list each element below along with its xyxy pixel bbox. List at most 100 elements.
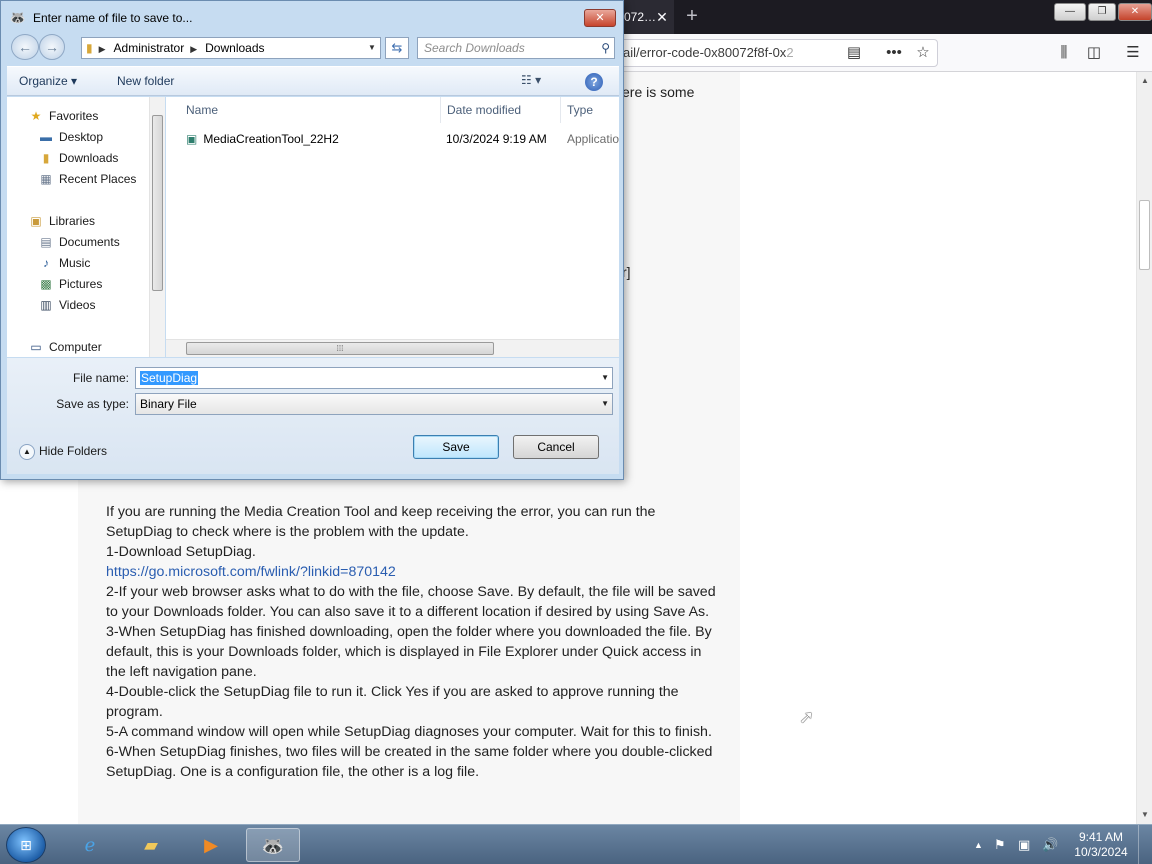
file-list: Name Date modified Type ▣ MediaCreationTo…: [166, 97, 619, 357]
more-icon[interactable]: •••: [884, 44, 904, 62]
cancel-button[interactable]: Cancel: [513, 435, 599, 459]
dialog-close-button[interactable]: ✕: [584, 9, 616, 27]
new-tab-button[interactable]: +: [680, 4, 704, 30]
page-scroll-thumb[interactable]: [1139, 200, 1150, 270]
forward-arrow-icon[interactable]: →: [39, 34, 65, 60]
menu-icon[interactable]: ☰: [1123, 44, 1143, 62]
internet-explorer-icon[interactable]: ℯ: [63, 828, 117, 862]
chevron-down-icon[interactable]: ▼: [601, 368, 609, 388]
nav-item-downloads[interactable]: ▮ Downloads: [37, 149, 119, 167]
nav-item-libraries[interactable]: ▣ Libraries: [27, 212, 95, 230]
nav-item-desktop[interactable]: ▬ Desktop: [37, 128, 103, 146]
nav-item-label: Documents: [59, 235, 120, 249]
refresh-icon[interactable]: ⇆: [385, 37, 409, 59]
reader-view-icon[interactable]: ▤: [844, 44, 864, 62]
help-icon[interactable]: ?: [585, 73, 603, 91]
nav-item-music[interactable]: ♪ Music: [37, 254, 90, 272]
nav-item-computer[interactable]: ▭ Computer: [27, 338, 102, 356]
action-center-flag-icon[interactable]: ⚑: [994, 837, 1006, 853]
nav-item-label: Music: [59, 256, 91, 270]
chevron-right-icon: ▶: [190, 44, 198, 54]
nav-item-label: Desktop: [59, 130, 104, 144]
new-folder-button[interactable]: New folder: [117, 74, 174, 88]
file-name: MediaCreationTool_22H2: [203, 132, 339, 146]
show-hidden-icons-icon[interactable]: ▲: [974, 840, 983, 850]
dialog-title: Enter name of file to save to...: [33, 11, 193, 25]
firefox-taskbar-icon[interactable]: 🦝: [246, 828, 300, 862]
back-arrow-icon[interactable]: ←: [11, 34, 39, 60]
column-header-date[interactable]: Date modified: [447, 101, 521, 119]
save-as-type-value: Binary File: [140, 397, 197, 411]
music-icon: ♪: [43, 256, 49, 270]
hide-folders-button[interactable]: ▲ Hide Folders: [19, 442, 107, 460]
navigation-pane: ★ Favorites ▬ Desktop ▮ Downloads ▦ Recent P…: [7, 97, 165, 357]
videos-icon: ▥: [40, 298, 52, 312]
clock[interactable]: 9:41 AM 10/3/2024: [1068, 830, 1134, 860]
nav-item-pictures[interactable]: ▩ Pictures: [37, 275, 102, 293]
article-paragraph: 2-If your web browser asks what to do wi…: [106, 584, 716, 620]
mouse-cursor-icon: ➚: [799, 707, 815, 727]
column-header-type[interactable]: Type: [567, 101, 593, 119]
save-as-type-select[interactable]: Binary File ▼: [135, 393, 613, 415]
file-explorer-icon[interactable]: ▰: [124, 828, 178, 862]
address-bar[interactable]: ▮ ▶ Administrator ▶ Downloads ▼: [81, 37, 381, 59]
minimize-button[interactable]: —: [1054, 3, 1086, 21]
nav-item-favorites[interactable]: ★ Favorites: [27, 107, 99, 125]
save-as-type-label: Save as type:: [56, 397, 129, 411]
clock-date: 10/3/2024: [1074, 845, 1128, 859]
scroll-up-icon[interactable]: ▲: [1137, 74, 1152, 88]
page-scrollbar[interactable]: ▲ ▼: [1136, 72, 1152, 824]
network-icon[interactable]: ▣: [1018, 837, 1030, 853]
nav-item-label: Videos: [59, 298, 96, 312]
close-tab-icon[interactable]: ✕: [650, 0, 674, 34]
maximize-button[interactable]: ❐: [1088, 3, 1116, 21]
column-divider[interactable]: [440, 97, 441, 123]
file-type: Applicatio: [567, 132, 620, 146]
column-divider[interactable]: [560, 97, 561, 123]
organize-button[interactable]: Organize ▾: [19, 74, 77, 88]
file-list-hscrollbar[interactable]: ⁞⁞⁞: [166, 339, 619, 357]
scroll-down-icon[interactable]: ▼: [1137, 808, 1152, 822]
downloads-folder-icon: ▮: [42, 151, 50, 165]
nav-item-label: Computer: [49, 340, 102, 354]
setupdiag-link[interactable]: https://go.microsoft.com/fwlink/?linkid=…: [106, 562, 716, 582]
chevron-right-icon: ▶: [98, 44, 106, 54]
search-input[interactable]: Search Downloads ⚲: [417, 37, 615, 59]
nav-item-videos[interactable]: ▥ Videos: [37, 296, 95, 314]
library-icon[interactable]: ⫼: [1054, 44, 1074, 62]
file-row[interactable]: ▣ MediaCreationTool_22H2 10/3/2024 9:19 A…: [186, 129, 626, 149]
media-player-icon[interactable]: ▶: [184, 828, 238, 862]
nav-item-label: Libraries: [49, 214, 96, 228]
bookmark-star-icon[interactable]: ☆: [913, 44, 933, 62]
recent-places-icon: ▦: [40, 172, 52, 186]
url-text: ail/error-code-0x80072f8f-0x: [623, 45, 787, 60]
article-body: If you are running the Media Creation To…: [106, 502, 716, 782]
article-paragraph: 1-Download SetupDiag.: [106, 544, 256, 560]
volume-icon[interactable]: 🔊: [1042, 837, 1058, 853]
breadcrumb-item[interactable]: Downloads: [205, 41, 264, 55]
search-placeholder: Search Downloads: [424, 41, 525, 55]
nav-scroll-thumb[interactable]: [152, 115, 163, 291]
article-paragraph: 5-A command window will open while Setup…: [106, 724, 712, 740]
file-name-input[interactable]: SetupDiag ▼: [135, 367, 613, 389]
nav-item-recent-places[interactable]: ▦ Recent Places: [37, 170, 136, 188]
article-paragraph: 6-When SetupDiag finishes, two files wil…: [106, 744, 713, 780]
chevron-up-icon: ▲: [19, 443, 35, 460]
hscroll-thumb[interactable]: ⁞⁞⁞: [186, 342, 494, 355]
view-options-button[interactable]: ☷ ▾: [521, 73, 561, 87]
nav-item-label: Favorites: [49, 109, 99, 123]
nav-scrollbar[interactable]: [149, 97, 165, 357]
documents-icon: ▤: [40, 235, 52, 249]
chevron-down-icon[interactable]: ▼: [366, 38, 378, 58]
sidebar-icon[interactable]: ◫: [1084, 44, 1104, 62]
save-button[interactable]: Save: [413, 435, 499, 459]
start-button[interactable]: ⊞: [6, 827, 46, 863]
breadcrumb-item[interactable]: Administrator: [114, 41, 185, 55]
nav-item-documents[interactable]: ▤ Documents: [37, 233, 120, 251]
star-icon: ★: [30, 109, 42, 123]
taskbar: ⊞ ℯ ▰ ▶ 🦝 ▲ ⚑ ▣ 🔊 9:41 AM 10/3/2024: [0, 824, 1152, 864]
column-header-name[interactable]: Name: [186, 101, 218, 119]
desktop-icon: ▬: [40, 130, 52, 144]
browser-close-button[interactable]: ✕: [1118, 3, 1152, 21]
show-desktop-button[interactable]: [1138, 825, 1152, 864]
